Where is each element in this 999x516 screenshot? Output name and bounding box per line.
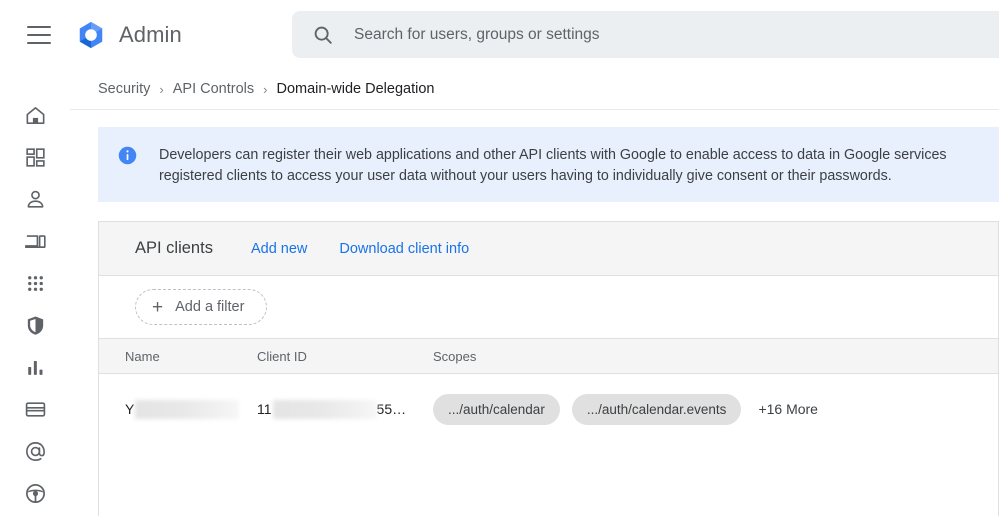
- redacted-client-name: [135, 399, 240, 419]
- sidebar-item-apps[interactable]: [13, 263, 57, 303]
- column-header-scopes: Scopes: [433, 348, 477, 364]
- card-title: API clients: [135, 239, 213, 257]
- client-name-prefix: Y: [125, 401, 135, 417]
- scope-chip[interactable]: .../auth/calendar.events: [571, 393, 742, 425]
- top-app-bar: Admin Search for users, groups or settin…: [0, 0, 999, 69]
- search-input[interactable]: Search for users, groups or settings: [292, 11, 999, 58]
- cell-client-id: 11 55…: [257, 399, 433, 419]
- brand[interactable]: Admin: [76, 20, 182, 50]
- info-banner: Developers can register their web applic…: [98, 127, 999, 202]
- left-navigation-rail: [0, 69, 70, 516]
- shield-icon: [24, 314, 47, 337]
- admin-console-window: Admin Search for users, groups or settin…: [0, 0, 999, 516]
- sidebar-item-billing[interactable]: [13, 390, 57, 430]
- at-sign-icon: [24, 440, 47, 463]
- bar-chart-icon: [24, 356, 47, 379]
- search-icon: [312, 24, 334, 46]
- breadcrumb: Security › API Controls › Domain-wide De…: [70, 69, 999, 109]
- home-icon: [24, 104, 47, 127]
- card-header: API clients Add new Download client info: [99, 222, 998, 276]
- more-scopes-label[interactable]: +16 More: [758, 401, 818, 417]
- sidebar-item-admin-roles[interactable]: [13, 474, 57, 514]
- breadcrumb-separator: ›: [159, 81, 164, 97]
- breadcrumb-item-security[interactable]: Security: [98, 81, 150, 97]
- column-header-client-id: Client ID: [257, 348, 307, 364]
- column-header-name: Name: [125, 348, 160, 364]
- sidebar-item-directory[interactable]: [13, 179, 57, 219]
- google-admin-hexagon-logo: [76, 20, 106, 50]
- cell-scopes: .../auth/calendar .../auth/calendar.even…: [433, 393, 998, 425]
- info-icon: [117, 145, 138, 166]
- scope-chip[interactable]: .../auth/calendar: [433, 393, 560, 425]
- breadcrumb-separator: ›: [263, 81, 268, 97]
- client-id-prefix: 11: [257, 401, 272, 417]
- header-divider: [70, 109, 999, 110]
- sidebar-item-reporting[interactable]: [13, 348, 57, 388]
- sidebar-item-security[interactable]: [13, 305, 57, 345]
- breadcrumb-item-current: Domain-wide Delegation: [276, 81, 435, 97]
- download-client-info-link[interactable]: Download client info: [339, 241, 469, 257]
- info-banner-line2: registered clients to access your user d…: [159, 168, 892, 184]
- search-placeholder: Search for users, groups or settings: [354, 25, 600, 43]
- sidebar-item-dashboard[interactable]: [13, 137, 57, 177]
- add-filter-button[interactable]: + Add a filter: [135, 289, 268, 325]
- filter-row: + Add a filter: [99, 276, 998, 338]
- sidebar-item-account[interactable]: [13, 432, 57, 472]
- main-content: Security › API Controls › Domain-wide De…: [70, 69, 999, 516]
- info-banner-line1: Developers can register their web applic…: [159, 147, 947, 163]
- table-row[interactable]: Y 11 55… .../auth/calendar .../auth/cale…: [99, 374, 998, 444]
- apps-grid-icon: [24, 272, 47, 295]
- steering-wheel-icon: [24, 482, 47, 505]
- add-filter-label: Add a filter: [175, 299, 245, 315]
- breadcrumb-item-api-controls[interactable]: API Controls: [173, 81, 254, 97]
- client-id-suffix: 55…: [376, 401, 407, 417]
- sidebar-item-devices[interactable]: [13, 221, 57, 261]
- sidebar-item-home[interactable]: [13, 95, 57, 135]
- add-new-link[interactable]: Add new: [251, 241, 307, 257]
- devices-icon: [24, 230, 47, 253]
- table-header-row: Name Client ID Scopes: [99, 338, 998, 374]
- person-icon: [24, 188, 47, 211]
- redacted-client-id: [272, 399, 377, 419]
- credit-card-icon: [24, 398, 47, 421]
- dashboard-icon: [24, 146, 47, 169]
- api-clients-card: API clients Add new Download client info…: [98, 221, 999, 516]
- cell-name: Y: [99, 399, 257, 419]
- info-banner-text: Developers can register their web applic…: [159, 145, 947, 187]
- plus-icon: +: [152, 296, 164, 318]
- hamburger-menu-icon[interactable]: [27, 25, 51, 44]
- product-name: Admin: [119, 21, 182, 47]
